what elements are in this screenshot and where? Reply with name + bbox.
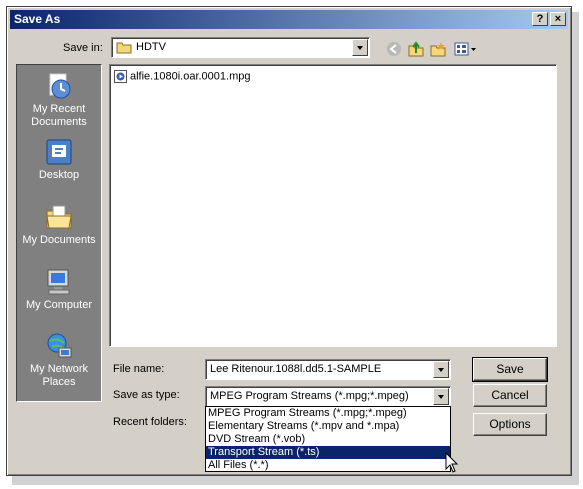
close-button[interactable]: × (550, 12, 566, 26)
up-folder-icon[interactable] (408, 41, 424, 57)
my-documents-icon (46, 205, 72, 229)
new-folder-icon[interactable] (430, 41, 446, 57)
window-title: Save As (14, 12, 61, 26)
file-name-input[interactable]: Lee Ritenour.1088l.dd5.1-SAMPLE (205, 359, 451, 380)
desktop-icon (46, 139, 72, 165)
type-dropdown-list[interactable]: MPEG Program Streams (*.mpg;*.mpeg) Elem… (205, 406, 451, 472)
place-label: My Computer (25, 299, 93, 311)
chevron-down-icon[interactable] (352, 39, 368, 56)
place-label: My Network Places (29, 363, 89, 388)
place-network-places[interactable]: My Network Places (17, 331, 101, 389)
place-desktop[interactable]: Desktop (17, 137, 101, 182)
type-option[interactable]: Elementary Streams (*.mpv and *.mpa) (206, 420, 450, 433)
place-my-documents[interactable]: My Documents (17, 202, 101, 247)
cancel-button[interactable]: Cancel (473, 384, 547, 407)
media-file-icon (114, 70, 127, 83)
folder-icon (116, 42, 132, 54)
file-list[interactable]: alfie.1080i.oar.0001.mpg (109, 64, 557, 347)
network-places-icon (47, 333, 72, 358)
save-button[interactable]: Save (472, 357, 548, 382)
place-label: Desktop (38, 169, 80, 181)
views-menu-icon[interactable] (454, 41, 478, 57)
my-computer-icon (47, 269, 70, 295)
type-option-selected[interactable]: Transport Stream (*.ts) (206, 446, 450, 459)
place-label: My Documents (22, 234, 96, 246)
file-name: alfie.1080i.oar.0001.mpg (130, 70, 251, 83)
file-name-value: Lee Ritenour.1088l.dd5.1-SAMPLE (210, 363, 382, 375)
mouse-cursor-icon (445, 452, 459, 473)
type-option[interactable]: MPEG Program Streams (*.mpg;*.mpeg) (206, 407, 450, 420)
file-name-label: File name: (113, 363, 165, 375)
save-as-type-select[interactable]: MPEG Program Streams (*.mpg;*.mpeg) (205, 386, 451, 407)
save-in-combo[interactable]: HDTV (111, 37, 370, 58)
place-my-computer[interactable]: My Computer (17, 267, 101, 312)
help-button[interactable]: ? (532, 12, 548, 26)
type-option[interactable]: All Files (*.*) (206, 459, 450, 472)
chevron-down-icon[interactable] (433, 388, 449, 405)
recent-folders-label: Recent folders: (113, 416, 187, 428)
chevron-down-icon[interactable] (433, 361, 449, 378)
save-as-type-label: Save as type: (113, 389, 180, 401)
place-recent-documents[interactable]: My Recent Documents (17, 71, 101, 129)
places-bar: My Recent Documents Desktop My Documents… (16, 64, 102, 402)
type-option[interactable]: DVD Stream (*.vob) (206, 433, 450, 446)
save-as-type-value: MPEG Program Streams (*.mpg;*.mpeg) (210, 390, 409, 402)
save-in-label: Save in: (63, 42, 103, 54)
list-item[interactable]: alfie.1080i.oar.0001.mpg (114, 70, 250, 83)
save-in-value: HDTV (136, 41, 166, 53)
place-label: My Recent Documents (31, 103, 87, 128)
options-button[interactable]: Options (473, 413, 547, 436)
recent-documents-icon (49, 73, 71, 99)
back-icon[interactable] (386, 41, 402, 57)
title-bar[interactable]: Save As ? × (10, 10, 568, 29)
